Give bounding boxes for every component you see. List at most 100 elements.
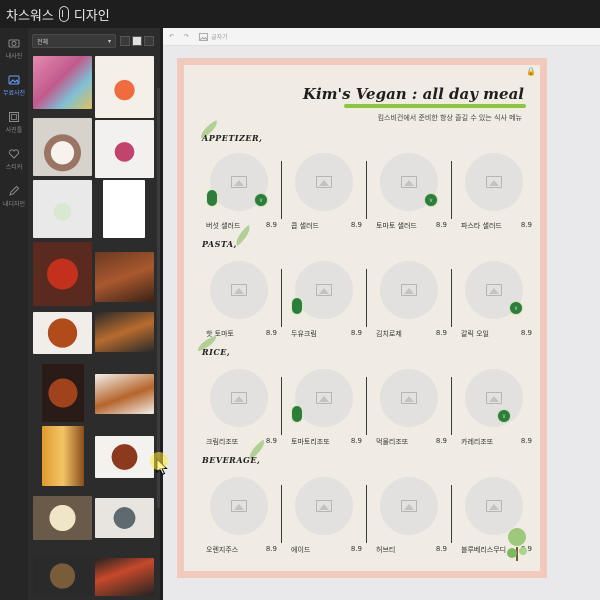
menu-design-sheet[interactable]: 🔒 Kim's Vegan : all day meal 킴스비건에서 준비한 … [177, 58, 547, 578]
image-placeholder[interactable] [295, 261, 353, 319]
menu-item[interactable]: 크림리조또 8.9 [196, 369, 281, 469]
menu-item-name[interactable]: 에이드 [291, 545, 310, 555]
list-view-icon[interactable] [120, 36, 130, 46]
undo-button[interactable]: ↶ [169, 33, 174, 40]
large-grid-icon[interactable] [144, 36, 154, 46]
photo-thumb-latte[interactable] [33, 118, 92, 176]
menu-item-price[interactable]: 8.9 [351, 545, 362, 553]
menu-item[interactable]: 허브티 8.9 [366, 477, 451, 577]
menu-item-name[interactable]: 버섯 샐러드 [206, 221, 240, 231]
menu-title[interactable]: Kim's Vegan : all day meal [303, 85, 524, 103]
vegan-tag-icon[interactable] [291, 297, 303, 315]
image-placeholder[interactable] [295, 477, 353, 535]
menu-item-name[interactable]: 김치로제 [376, 329, 402, 339]
vegan-badge-icon[interactable]: V [497, 409, 511, 423]
redo-button[interactable]: ↷ [184, 33, 189, 40]
tree-illustration-icon[interactable] [504, 523, 530, 563]
section-title-beverage[interactable]: BEVERAGE, [202, 455, 260, 465]
menu-item[interactable]: 먹물리조또 8.9 [366, 369, 451, 469]
menu-item[interactable]: 토마토리조또 8.9 [281, 369, 366, 469]
photo-thumb-smoothie[interactable] [95, 120, 154, 178]
menu-item-price[interactable]: 8.9 [351, 329, 362, 337]
menu-item-name[interactable]: 카레리조또 [461, 437, 493, 447]
lock-icon[interactable]: 🔒 [526, 67, 536, 76]
image-placeholder[interactable] [210, 369, 268, 427]
vegan-badge-icon[interactable]: V [509, 301, 523, 315]
image-placeholder[interactable] [380, 369, 438, 427]
menu-item-name[interactable]: 갈릭 오일 [461, 329, 489, 339]
menu-item[interactable]: 에이드 8.9 [281, 477, 366, 577]
menu-subtitle[interactable]: 킴스비건에서 준비한 항상 즐길 수 있는 식사 메뉴 [378, 113, 522, 123]
section-title-appetizer[interactable]: APPETIZER, [202, 133, 262, 143]
menu-item-name[interactable]: 오렌지주스 [206, 545, 238, 555]
menu-item-price[interactable]: 8.9 [436, 329, 447, 337]
rail-item-my-designs[interactable]: 내디자인 [0, 180, 28, 213]
menu-item-price[interactable]: 8.9 [521, 221, 532, 229]
menu-item-price[interactable]: 8.9 [436, 545, 447, 553]
photo-thumb-beer[interactable] [42, 426, 84, 486]
rail-item-free-photos[interactable]: 무료사진 [0, 69, 28, 102]
photo-thumb-bowl[interactable] [95, 498, 154, 538]
grid-view-icon[interactable] [132, 36, 142, 46]
rail-item-my-photos[interactable]: 내사진 [0, 32, 28, 65]
panel-scrollbar[interactable] [157, 88, 160, 508]
menu-item-price[interactable]: 8.9 [266, 329, 277, 337]
menu-item-name[interactable]: 파스타 샐러드 [461, 221, 502, 231]
rail-item-stickers[interactable]: 스티커 [0, 143, 28, 176]
menu-item[interactable]: 콥 샐러드 8.9 [281, 153, 366, 253]
photo-thumb-blank[interactable] [103, 180, 145, 238]
vegan-badge-icon[interactable]: V [424, 193, 438, 207]
vegan-badge-icon[interactable]: V [254, 193, 268, 207]
image-placeholder[interactable] [465, 153, 523, 211]
menu-item-name[interactable]: 토마토리조또 [291, 437, 330, 447]
photo-thumb-macarons[interactable] [33, 56, 92, 109]
menu-item-price[interactable]: 8.9 [351, 437, 362, 445]
menu-item-name[interactable]: 블루베리스무디 [461, 545, 506, 555]
category-select[interactable]: 전체 ▾ [32, 34, 116, 48]
menu-item-price[interactable]: 8.9 [436, 437, 447, 445]
image-placeholder[interactable] [295, 153, 353, 211]
background-button[interactable]: 글자기 [199, 32, 228, 41]
image-placeholder[interactable] [210, 261, 268, 319]
image-placeholder[interactable] [380, 477, 438, 535]
image-placeholder[interactable] [295, 369, 353, 427]
photo-thumb-skewers[interactable] [95, 374, 154, 414]
menu-item[interactable]: 파스타 샐러드 8.9 [451, 153, 536, 253]
menu-item-price[interactable]: 8.9 [521, 329, 532, 337]
photo-thumb-chicken[interactable] [33, 312, 92, 354]
menu-item[interactable]: 오렌지주스 8.9 [196, 477, 281, 577]
menu-item-price[interactable]: 8.9 [351, 221, 362, 229]
photo-thumb-fried[interactable] [95, 312, 154, 352]
menu-item-name[interactable]: 먹물리조또 [376, 437, 408, 447]
menu-item[interactable]: V 갈릭 오일 8.9 [451, 261, 536, 361]
menu-item-name[interactable]: 토마토 샐러드 [376, 221, 417, 231]
menu-item-name[interactable]: 콥 샐러드 [291, 221, 319, 231]
section-title-pasta[interactable]: PASTA, [202, 239, 237, 249]
menu-item-price[interactable]: 8.9 [266, 545, 277, 553]
photo-thumb-noodles[interactable] [95, 436, 154, 478]
menu-item[interactable]: V 카레리조또 8.9 [451, 369, 536, 469]
photo-thumb-stew2[interactable] [33, 556, 92, 596]
rail-item-frames[interactable]: 사진틀 [0, 106, 28, 139]
photo-thumb-water[interactable] [33, 180, 92, 238]
section-title-rice[interactable]: RICE, [202, 347, 230, 357]
photo-thumb-wings[interactable] [42, 364, 84, 422]
image-placeholder[interactable] [465, 369, 523, 427]
menu-item-price[interactable]: 8.9 [436, 221, 447, 229]
menu-item[interactable]: 김치로제 8.9 [366, 261, 451, 361]
photo-thumb-bento[interactable] [95, 558, 154, 596]
photo-thumb-stew[interactable] [33, 242, 92, 306]
menu-item-price[interactable]: 8.9 [266, 437, 277, 445]
menu-item[interactable]: V 토마토 샐러드 8.9 [366, 153, 451, 253]
menu-item-name[interactable]: 크림리조또 [206, 437, 238, 447]
photo-thumb-ribs[interactable] [95, 252, 154, 302]
photo-thumb-soup[interactable] [33, 496, 92, 540]
menu-item-name[interactable]: 두유크림 [291, 329, 317, 339]
menu-item-name[interactable]: 허브티 [376, 545, 395, 555]
menu-item[interactable]: 두유크림 8.9 [281, 261, 366, 361]
vegan-tag-icon[interactable] [291, 405, 303, 423]
menu-item-price[interactable]: 8.9 [266, 221, 277, 229]
photo-thumb-drink[interactable] [95, 56, 154, 118]
vegan-tag-icon[interactable] [206, 189, 218, 207]
menu-item-price[interactable]: 8.9 [521, 437, 532, 445]
